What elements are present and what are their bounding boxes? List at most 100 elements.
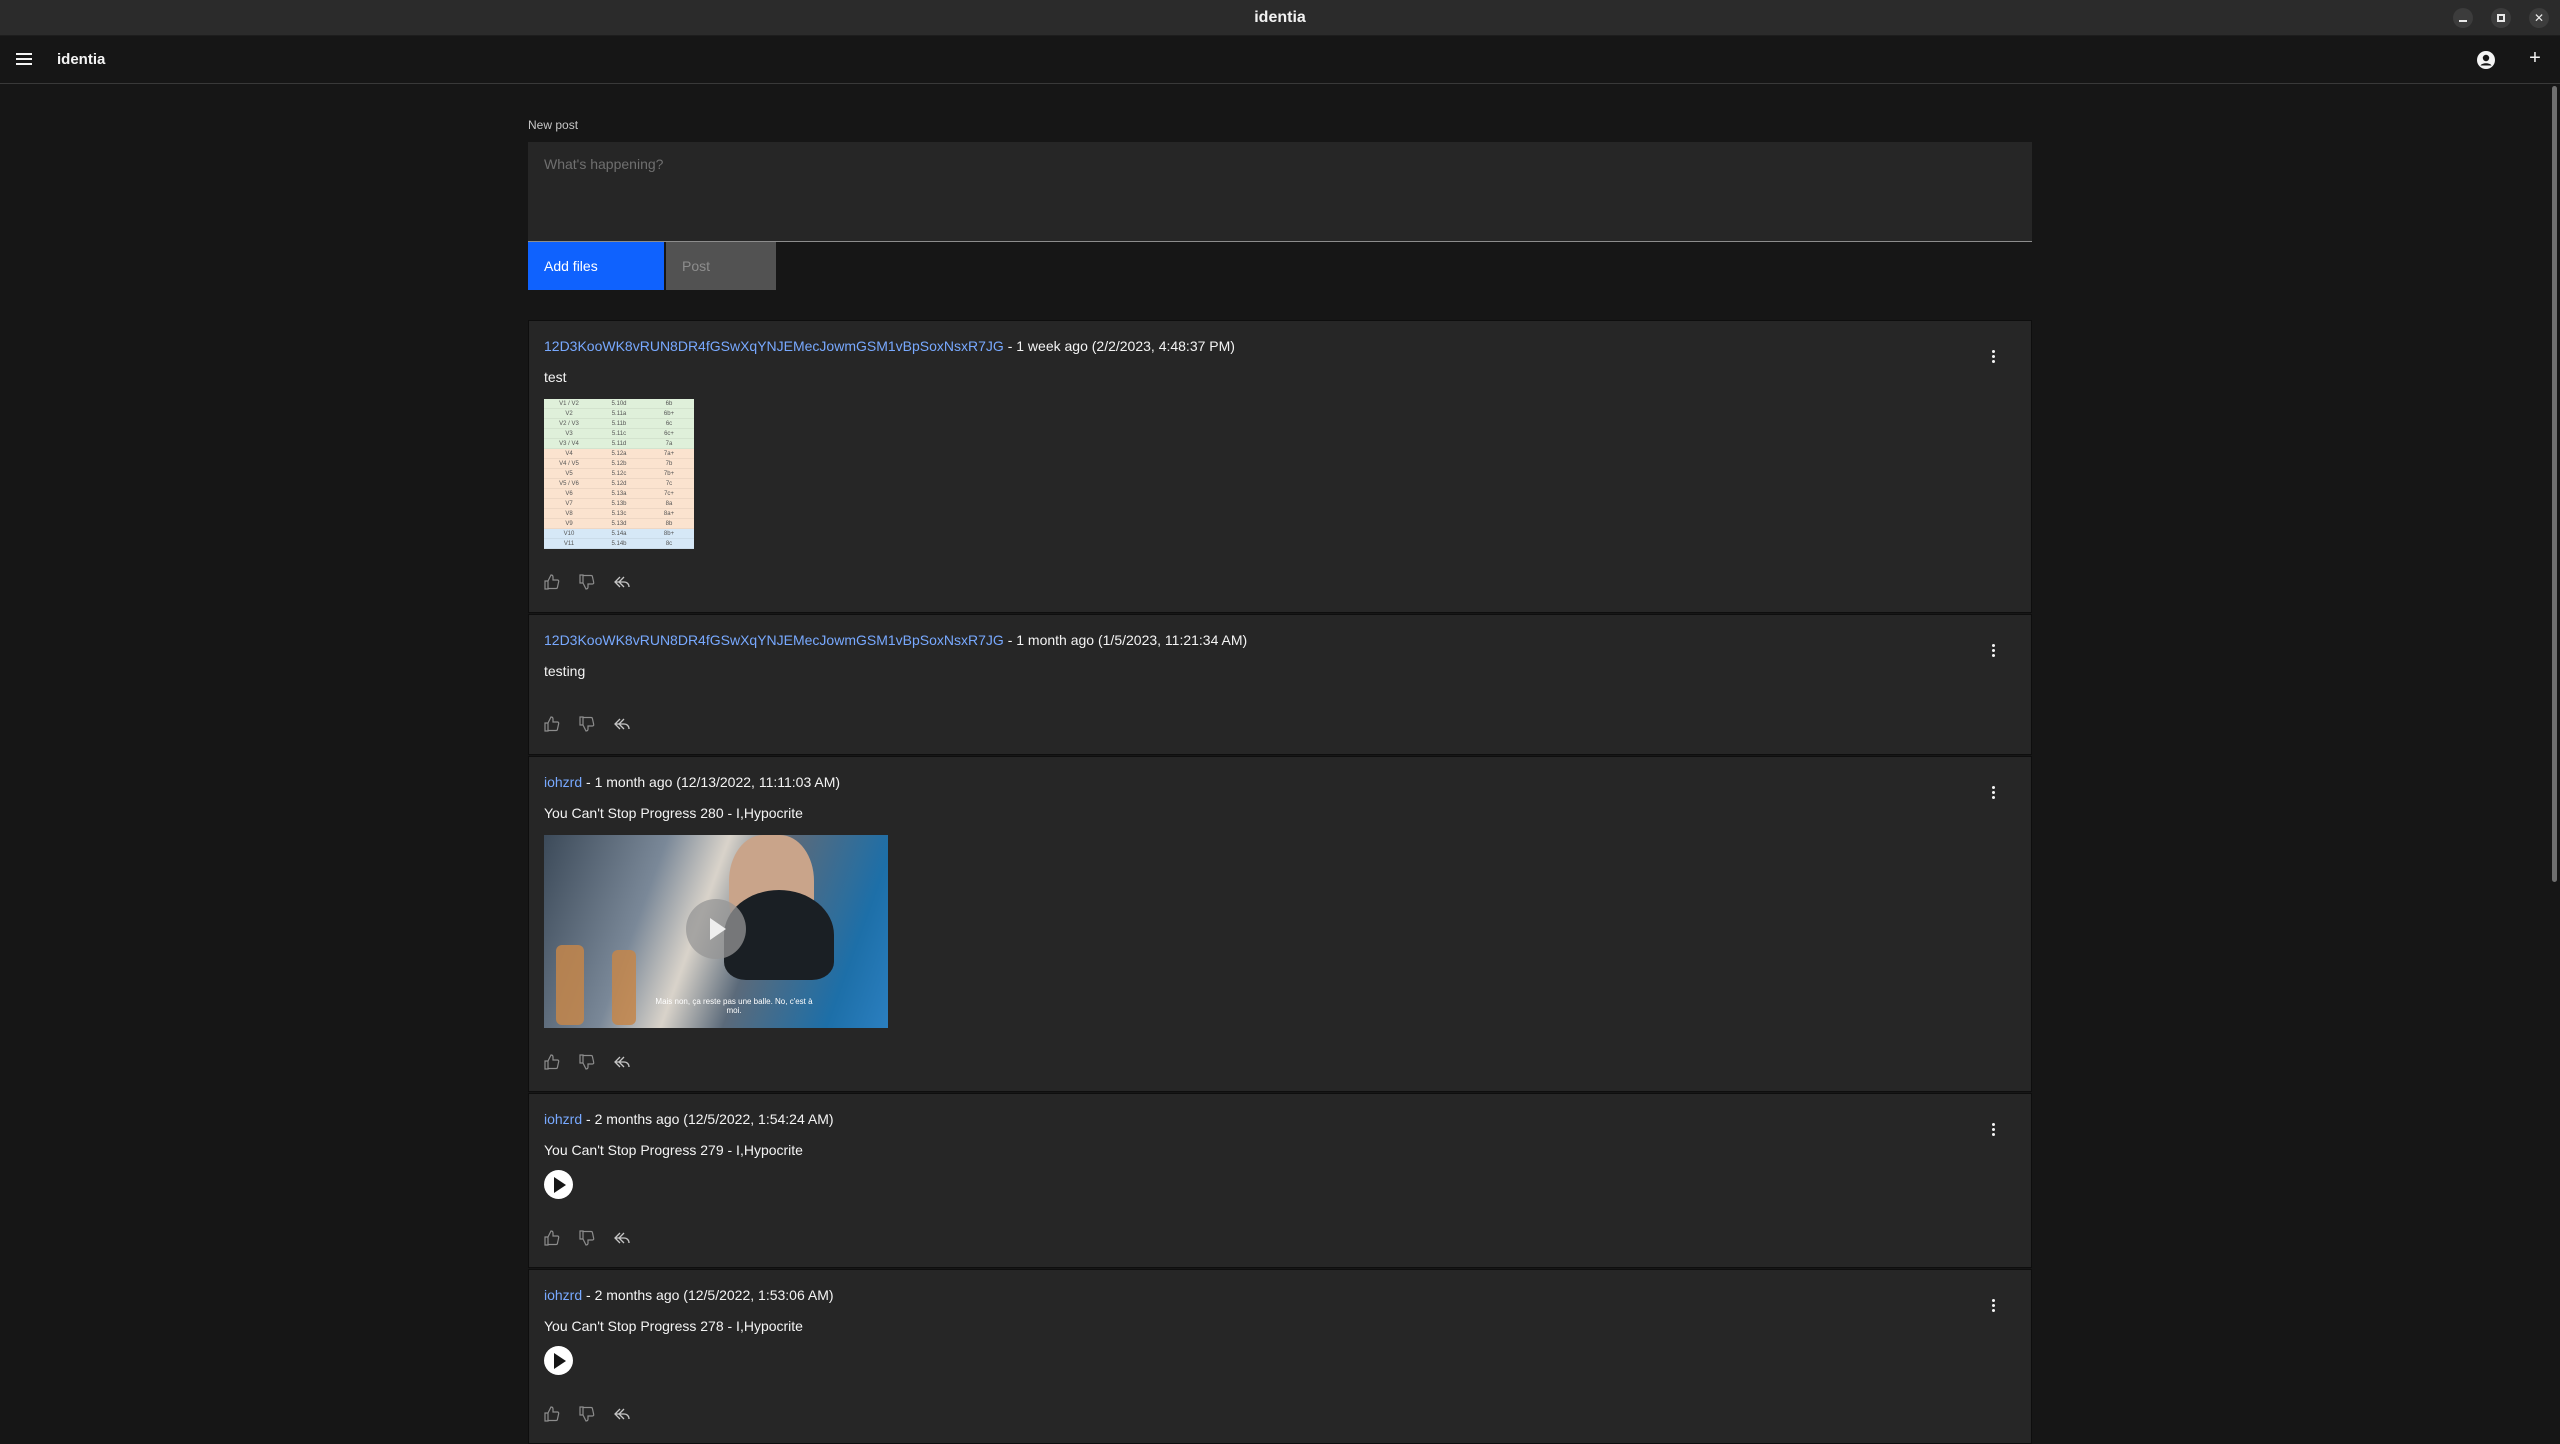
thumb-table-cell: V5 / V6 [559, 481, 579, 487]
thumb-table-cell: 6c+ [664, 431, 674, 437]
thumb-table-cell: 8c [665, 541, 673, 547]
post-header: iohzrd - 2 months ago (12/5/2022, 1:54:2… [544, 1111, 834, 1127]
thumb-table-cell: 5.11d [611, 441, 627, 447]
window-titlebar: identia ✕ [0, 0, 2560, 36]
like-button[interactable] [543, 573, 563, 593]
thumb-table-cell: 5.12b [611, 461, 627, 467]
post-author-link[interactable]: iohzrd [544, 774, 582, 790]
post-text-input[interactable] [528, 142, 2032, 242]
thumb-table-cell: 6b+ [663, 411, 675, 417]
thumb-table-cell: V7 [565, 501, 573, 507]
thumb-table-cell: 5.11c [611, 431, 627, 437]
thumb-table-cell: 5.14b [611, 541, 627, 547]
post-image-attachment[interactable]: V1 / V2 5.10d 6b V2 5.11a 6b+ V2 / V3 5.11b 6c V3… [544, 399, 694, 549]
video-subtitle: Mais non, ça reste pas une balle. No, c'… [655, 997, 813, 1015]
post-author-link[interactable]: iohzrd [544, 1111, 582, 1127]
post-author-link[interactable]: 12D3KooWK8vRUN8DR4fGSwXqYNJEMecJowmGSM1v… [544, 632, 1004, 648]
scrollbar-thumb[interactable] [2552, 86, 2557, 882]
dislike-button[interactable] [578, 715, 598, 735]
post-text: You Can't Stop Progress 280 - I,Hypocrit… [544, 805, 803, 821]
thumb-table-row: V5 / V6 5.12d 7c [544, 479, 694, 489]
user-avatar-icon[interactable] [2476, 50, 2496, 70]
thumb-table-cell: 5.13c [611, 511, 627, 517]
dislike-button[interactable] [578, 1229, 598, 1249]
overflow-menu-icon[interactable] [1985, 643, 2001, 659]
app-brand: identia [57, 51, 106, 68]
app-header: identia + [0, 36, 2560, 84]
post-author-link[interactable]: 12D3KooWK8vRUN8DR4fGSwXqYNJEMecJowmGSM1v… [544, 338, 1004, 354]
thumb-table-row: V4 5.12a 7a+ [544, 449, 694, 459]
thumb-table-cell: 5.11a [611, 411, 627, 417]
menu-icon[interactable] [14, 50, 34, 70]
thumb-table-cell: 8b [665, 521, 673, 527]
thumbs-down-icon [579, 1406, 595, 1422]
thumb-table-cell: 8a [665, 501, 673, 507]
overflow-menu-icon[interactable] [1985, 785, 2001, 801]
video-frame-detail [612, 950, 636, 1025]
reply-icon [614, 1232, 630, 1244]
post-video-attachment[interactable]: Mais non, ça reste pas une balle. No, c'… [544, 835, 888, 1028]
overflow-menu-icon[interactable] [1985, 1122, 2001, 1138]
audio-play-button[interactable] [544, 1170, 573, 1199]
thumbs-down-icon [579, 1054, 595, 1070]
overflow-menu-icon[interactable] [1985, 349, 2001, 365]
reply-button[interactable] [613, 1053, 633, 1073]
new-post-composer: New post Add files Post [528, 118, 2032, 290]
dislike-button[interactable] [578, 1053, 598, 1073]
post-header: 12D3KooWK8vRUN8DR4fGSwXqYNJEMecJowmGSM1v… [544, 338, 1235, 354]
minimize-window-button[interactable] [2453, 8, 2473, 28]
post-text: You Can't Stop Progress 278 - I,Hypocrit… [544, 1318, 803, 1334]
add-icon[interactable]: + [2524, 47, 2546, 69]
thumbs-up-icon [544, 1406, 560, 1422]
thumb-table-cell: 7c+ [664, 491, 674, 497]
dislike-button[interactable] [578, 573, 598, 593]
post-actions [543, 1053, 648, 1073]
thumbs-up-icon [544, 716, 560, 732]
video-play-icon[interactable] [686, 899, 746, 959]
thumb-table-cell: 5.13b [611, 501, 627, 507]
reply-button[interactable] [613, 1405, 633, 1425]
thumb-table-cell: 8a+ [663, 511, 675, 517]
thumb-table-cell: V11 [563, 541, 575, 547]
like-button[interactable] [543, 715, 563, 735]
like-button[interactable] [543, 1229, 563, 1249]
reply-icon [614, 718, 630, 730]
post-actions [543, 1229, 648, 1249]
reply-icon [614, 1408, 630, 1420]
thumb-table-cell: V9 [565, 521, 573, 527]
thumb-table-cell: V6 [565, 491, 573, 497]
thumb-table-row: V8 5.13c 8a+ [544, 509, 694, 519]
reply-button[interactable] [613, 1229, 633, 1249]
thumbs-down-icon [579, 1230, 595, 1246]
thumb-table-row: V3 / V4 5.11d 7a [544, 439, 694, 449]
overflow-menu-icon[interactable] [1985, 1298, 2001, 1314]
post-card: 12D3KooWK8vRUN8DR4fGSwXqYNJEMecJowmGSM1v… [528, 614, 2032, 755]
audio-play-button[interactable] [544, 1346, 573, 1375]
thumb-table-cell: 7a [665, 441, 673, 447]
thumb-table-cell: 5.12c [611, 471, 627, 477]
thumb-table-cell: 8b+ [663, 531, 675, 537]
reply-button[interactable] [613, 715, 633, 735]
thumb-table-row: V6 5.13a 7c+ [544, 489, 694, 499]
post-timestamp: - 1 month ago (1/5/2023, 11:21:34 AM) [1003, 632, 1248, 648]
new-post-label: New post [528, 118, 579, 132]
add-files-button[interactable]: Add files [528, 242, 664, 290]
thumb-table-cell: 5.13d [611, 521, 627, 527]
thumb-table-cell: V2 / V3 [559, 421, 579, 427]
thumb-table-cell: V10 [563, 531, 575, 537]
thumb-table-cell: 7c [665, 481, 673, 487]
like-button[interactable] [543, 1405, 563, 1425]
post-author-link[interactable]: iohzrd [544, 1287, 582, 1303]
video-frame-detail [556, 945, 584, 1025]
maximize-window-button[interactable] [2491, 8, 2511, 28]
thumb-table-cell: 5.11b [611, 421, 627, 427]
reply-button[interactable] [613, 573, 633, 593]
post-card: iohzrd - 2 months ago (12/5/2022, 1:53:0… [528, 1269, 2032, 1444]
post-card: 12D3KooWK8vRUN8DR4fGSwXqYNJEMecJowmGSM1v… [528, 320, 2032, 613]
like-button[interactable] [543, 1053, 563, 1073]
post-header: iohzrd - 1 month ago (12/13/2022, 11:11:… [544, 774, 840, 790]
close-window-button[interactable]: ✕ [2529, 8, 2549, 28]
post-button[interactable]: Post [666, 242, 776, 290]
dislike-button[interactable] [578, 1405, 598, 1425]
thumb-table-cell: V5 [565, 471, 573, 477]
